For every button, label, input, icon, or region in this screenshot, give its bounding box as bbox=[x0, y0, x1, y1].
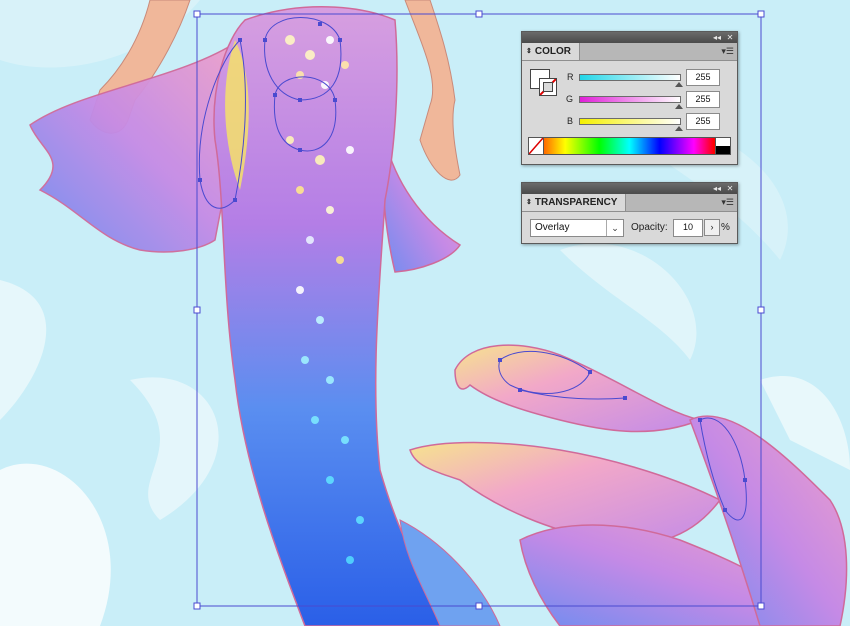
none-swatch[interactable] bbox=[529, 138, 544, 154]
collapse-icon[interactable]: ◂◂ bbox=[711, 183, 723, 194]
g-value-field[interactable]: 255 bbox=[686, 91, 720, 108]
g-slider[interactable] bbox=[579, 96, 681, 103]
percent-label: % bbox=[721, 222, 730, 233]
close-icon[interactable]: ✕ bbox=[724, 183, 736, 194]
b-slider-thumb[interactable] bbox=[675, 126, 683, 131]
panel-menu-icon[interactable]: ▾☰ bbox=[721, 197, 734, 208]
close-icon[interactable]: ✕ bbox=[724, 32, 736, 43]
transparency-panel-title: TRANSPARENCY bbox=[534, 197, 618, 208]
r-label: R bbox=[567, 72, 574, 82]
panel-menu-icon[interactable]: ▾☰ bbox=[721, 46, 734, 57]
blend-mode-select[interactable]: Overlay ⌄ bbox=[530, 219, 624, 237]
collapse-icon[interactable]: ◂◂ bbox=[711, 32, 723, 43]
color-panel-title: COLOR bbox=[534, 46, 571, 57]
g-slider-thumb[interactable] bbox=[675, 104, 683, 109]
tab-transparency[interactable]: ⇕ TRANSPARENCY bbox=[522, 194, 627, 211]
r-value-field[interactable]: 255 bbox=[686, 69, 720, 86]
opacity-chevron-right-icon[interactable]: › bbox=[704, 219, 720, 236]
chevron-down-icon: ⌄ bbox=[606, 220, 623, 236]
stroke-inner bbox=[543, 82, 553, 92]
color-panel-titlebar[interactable]: ◂◂ ✕ bbox=[522, 32, 737, 43]
transparency-panel: ◂◂ ✕ ⇕ TRANSPARENCY ▾☰ Overlay ⌄ Opacity:… bbox=[521, 182, 738, 244]
opacity-label: Opacity: bbox=[631, 222, 668, 233]
blend-mode-value: Overlay bbox=[535, 222, 570, 233]
color-panel: ◂◂ ✕ ⇕ COLOR ▾☰ R 255 G 255 B 255 bbox=[521, 31, 738, 165]
transparency-panel-titlebar[interactable]: ◂◂ ✕ bbox=[522, 183, 737, 194]
b-value-field[interactable]: 255 bbox=[686, 113, 720, 130]
black-white-swatch[interactable] bbox=[715, 138, 730, 154]
r-slider-thumb[interactable] bbox=[675, 82, 683, 87]
color-spectrum[interactable] bbox=[528, 137, 731, 155]
sort-icon: ⇕ bbox=[526, 199, 532, 206]
r-slider[interactable] bbox=[579, 74, 681, 81]
g-label: G bbox=[566, 94, 574, 104]
b-label: B bbox=[567, 116, 574, 126]
none-icon bbox=[529, 138, 543, 154]
sort-icon: ⇕ bbox=[526, 48, 532, 55]
tab-color[interactable]: ⇕ COLOR bbox=[522, 43, 580, 60]
b-slider[interactable] bbox=[579, 118, 681, 125]
opacity-field[interactable]: 10 bbox=[673, 219, 703, 237]
